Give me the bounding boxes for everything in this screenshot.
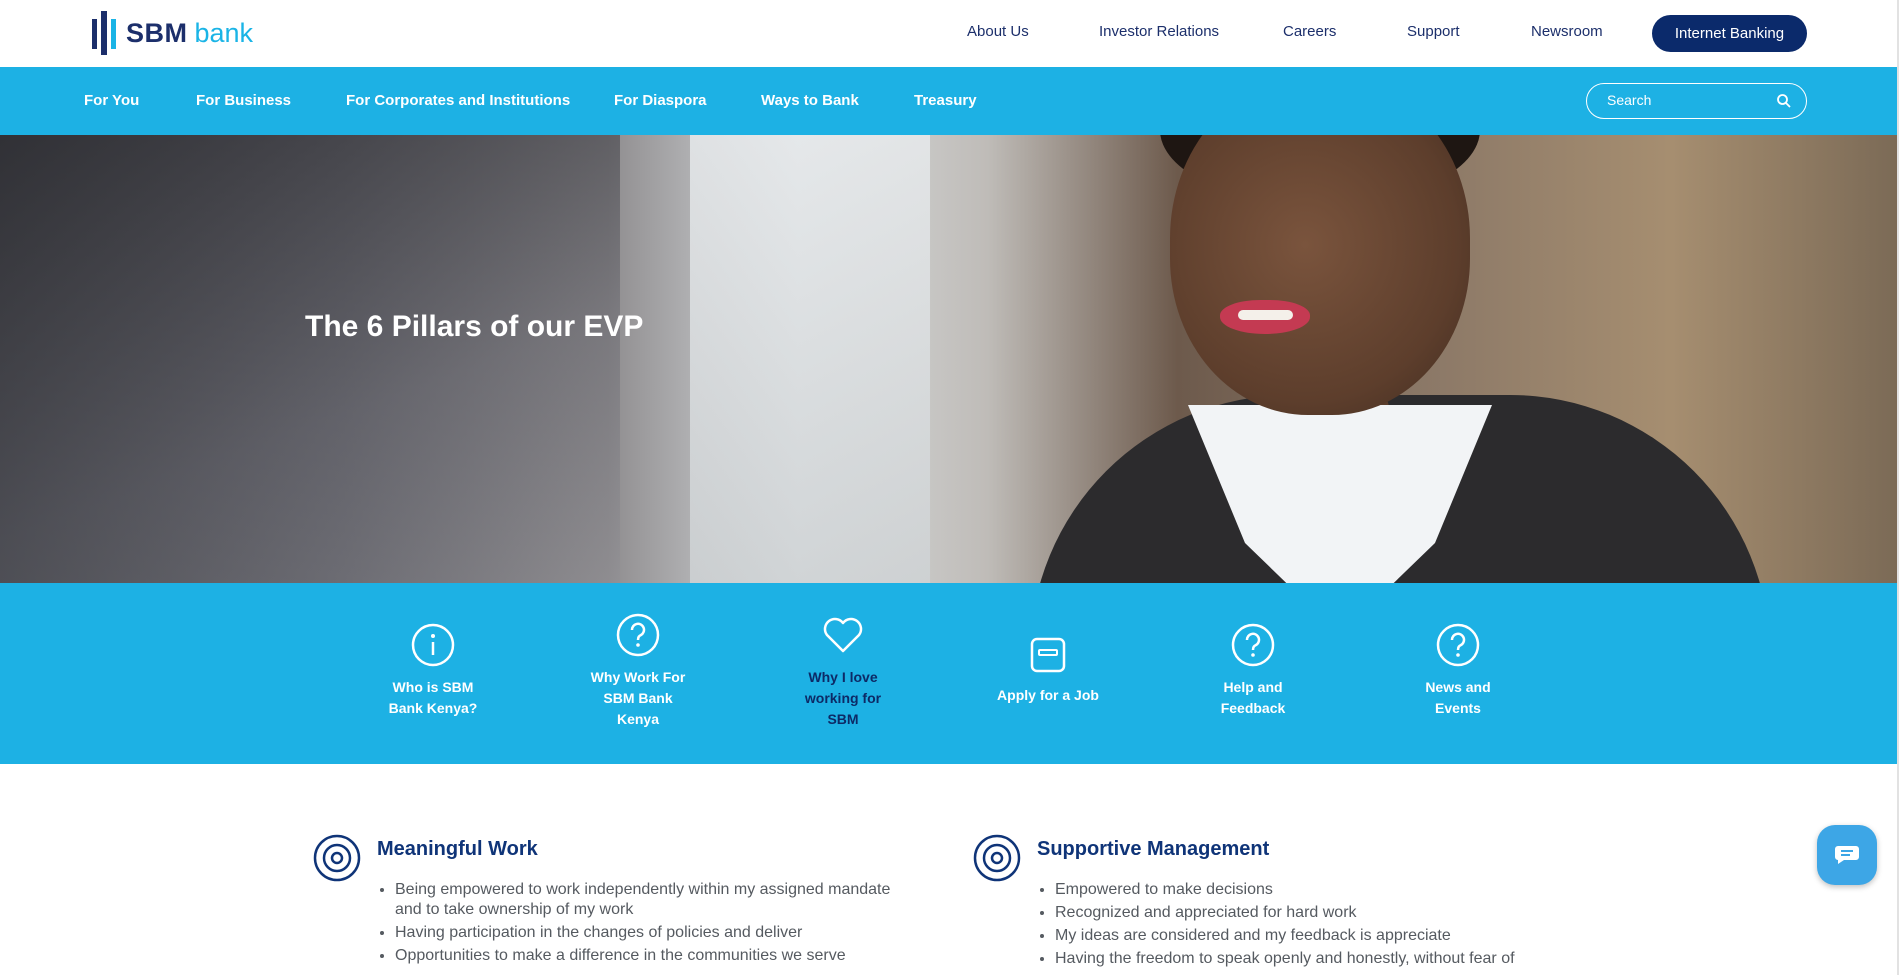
question-icon bbox=[616, 613, 660, 657]
nav-ways-to-bank[interactable]: Ways to Bank bbox=[761, 92, 859, 109]
quick-link-label: Why Work For SBM Bank Kenya bbox=[590, 669, 686, 727]
chat-button[interactable] bbox=[1817, 825, 1877, 885]
target-icon bbox=[313, 834, 361, 882]
quick-link-why-work-for-sbm[interactable]: Why Work For SBM Bank Kenya bbox=[573, 613, 703, 730]
hero-background-shade bbox=[0, 135, 620, 583]
quick-link-label: Who is SBM Bank Kenya? bbox=[388, 679, 478, 716]
search-icon[interactable] bbox=[1776, 93, 1792, 109]
quick-link-label: Help and Feedback bbox=[1220, 679, 1286, 716]
hero-person-face bbox=[1170, 135, 1470, 415]
chat-icon bbox=[1835, 846, 1859, 864]
quick-link-news-events[interactable]: News and Events bbox=[1393, 623, 1523, 719]
quick-links-bar: Who is SBM Bank Kenya? Why Work For SBM … bbox=[0, 583, 1899, 764]
list-item: Recognized and appreciated for hard work bbox=[1055, 903, 1615, 923]
list-item: Having the freedom to speak openly and h… bbox=[1055, 949, 1615, 969]
quick-link-label: Apply for a Job bbox=[997, 687, 1099, 703]
quick-link-help-feedback[interactable]: Help and Feedback bbox=[1188, 623, 1318, 719]
quick-link-label: News and Events bbox=[1425, 679, 1491, 716]
quick-link-who-is-sbm[interactable]: Who is SBM Bank Kenya? bbox=[368, 623, 498, 719]
list-item: Empowered to make decisions bbox=[1055, 880, 1615, 900]
top-link-about-us[interactable]: About Us bbox=[967, 23, 1029, 40]
search-input[interactable] bbox=[1607, 92, 1767, 108]
main-nav: For You For Business For Corporates and … bbox=[0, 67, 1899, 135]
list-item: Being empowered to work independently wi… bbox=[395, 880, 915, 920]
info-icon bbox=[411, 623, 455, 667]
search-box bbox=[1586, 83, 1807, 119]
pillar-title: Meaningful Work bbox=[377, 838, 538, 860]
logo-mark-icon bbox=[92, 11, 116, 55]
quick-link-label: Why I love working for SBM bbox=[804, 669, 882, 727]
list-item: Opportunities to make a difference in th… bbox=[395, 946, 915, 966]
nav-for-corporates[interactable]: For Corporates and Institutions bbox=[346, 92, 570, 109]
question-icon bbox=[1231, 623, 1275, 667]
nav-treasury[interactable]: Treasury bbox=[914, 92, 977, 109]
nav-for-you[interactable]: For You bbox=[84, 92, 139, 109]
apply-icon bbox=[1030, 637, 1066, 673]
hero-title: The 6 Pillars of our EVP bbox=[305, 310, 644, 343]
pillar-list: Empowered to make decisions Recognized a… bbox=[1055, 880, 1615, 972]
nav-for-diaspora[interactable]: For Diaspora bbox=[614, 92, 707, 109]
list-item: Having participation in the changes of p… bbox=[395, 923, 915, 943]
list-item: My ideas are considered and my feedback … bbox=[1055, 926, 1615, 946]
target-icon bbox=[973, 834, 1021, 882]
question-icon bbox=[1436, 623, 1480, 667]
internet-banking-button[interactable]: Internet Banking bbox=[1652, 15, 1807, 52]
top-header: SBM bank About Us Investor Relations Car… bbox=[0, 0, 1899, 67]
quick-link-apply-for-job[interactable]: Apply for a Job bbox=[983, 635, 1113, 706]
heart-icon bbox=[823, 617, 863, 653]
pillar-title: Supportive Management bbox=[1037, 838, 1270, 860]
top-link-careers[interactable]: Careers bbox=[1283, 23, 1336, 40]
quick-link-why-i-love-sbm[interactable]: Why I love working for SBM bbox=[778, 613, 908, 730]
logo-text-light: bank bbox=[194, 17, 254, 48]
hero-banner: The 6 Pillars of our EVP bbox=[0, 135, 1899, 583]
nav-for-business[interactable]: For Business bbox=[196, 92, 291, 109]
top-link-investor-relations[interactable]: Investor Relations bbox=[1099, 23, 1219, 40]
sbm-bank-logo[interactable]: SBM bank bbox=[90, 9, 253, 57]
pillar-list: Being empowered to work independently wi… bbox=[395, 880, 915, 969]
hero-person-teeth bbox=[1238, 310, 1293, 320]
logo-text-bold: SBM bbox=[126, 17, 188, 48]
hero-background-window bbox=[690, 135, 930, 583]
top-link-support[interactable]: Support bbox=[1407, 23, 1460, 40]
top-link-newsroom[interactable]: Newsroom bbox=[1531, 23, 1603, 40]
